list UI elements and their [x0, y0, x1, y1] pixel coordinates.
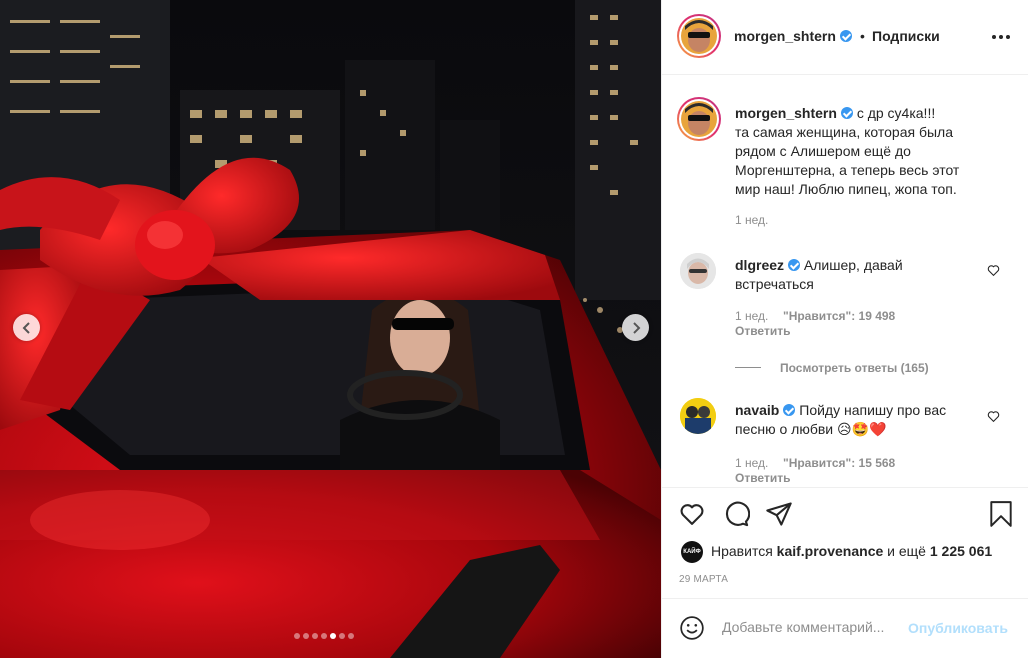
next-photo-button[interactable]: [622, 314, 649, 341]
carousel-dot: [303, 633, 309, 639]
caption-avatar: [681, 101, 717, 137]
post-photo: [0, 0, 661, 658]
carousel-indicator: [294, 633, 354, 639]
caption-line: та самая женщина, которая была: [735, 124, 953, 140]
likes-prefix: Нравится: [711, 543, 773, 559]
add-comment-bar: Опубликовать: [662, 598, 1028, 658]
comment-username[interactable]: navaib: [735, 402, 779, 418]
verified-badge-icon: [783, 404, 796, 416]
carousel-dot: [348, 633, 354, 639]
author-avatar: [681, 18, 717, 54]
header-separator: •: [860, 28, 865, 44]
following-button[interactable]: Подписки: [872, 28, 940, 44]
comment-bubble-icon[interactable]: [722, 500, 750, 528]
replies-divider: [735, 367, 761, 368]
likes-count[interactable]: 1 225 061: [930, 543, 992, 559]
post-header: morgen_shtern • Подписки: [662, 0, 1028, 75]
comment: navaib Пойду напишу про вас песню о любв…: [735, 401, 975, 439]
caption-line: с др су4ка!!!: [856, 105, 936, 121]
caption-line: мир наш! Люблю пипец, жопа топ.: [735, 181, 957, 197]
view-replies-button[interactable]: Посмотреть ответы (165): [780, 361, 929, 375]
reply-button[interactable]: Ответить: [735, 471, 790, 483]
comment: dlgreez Алишер, давай встречаться: [735, 256, 975, 294]
carousel-dot: [321, 633, 327, 639]
comment-likes[interactable]: "Нравится": 15 568: [783, 456, 895, 470]
comment-avatar[interactable]: [680, 398, 716, 434]
comment-text-line: Алишер, давай: [803, 257, 903, 273]
comment-like-heart-icon[interactable]: [987, 264, 1000, 277]
chevron-left-icon: [22, 321, 30, 334]
carousel-dot: [312, 633, 318, 639]
post-side-panel: morgen_shtern • Подписки morgen_shtern с…: [661, 0, 1028, 658]
caption-age[interactable]: 1 нед.: [735, 213, 768, 227]
more-options-icon[interactable]: [992, 28, 1016, 46]
post-actions: КАЙФ Нравится kaif.provenance и ещё 1 22…: [662, 487, 1028, 597]
comment-likes[interactable]: "Нравится": 19 498: [783, 309, 895, 323]
comment-text-line: Пойду напишу про вас: [799, 402, 947, 418]
carousel-dot: [330, 633, 336, 639]
like-heart-icon[interactable]: [678, 500, 706, 528]
commenter-avatar: [680, 253, 716, 289]
post-date[interactable]: 29 МАРТА: [679, 574, 728, 585]
author-avatar-ring[interactable]: [677, 14, 721, 58]
caption-line: Моргенштерна, а теперь весь этот: [735, 162, 960, 178]
caption-avatar-ring[interactable]: [677, 97, 721, 141]
verified-badge-icon: [840, 107, 853, 119]
liker-avatar-text: КАЙФ: [683, 549, 701, 555]
share-send-icon[interactable]: [765, 500, 793, 528]
instagram-post: morgen_shtern • Подписки morgen_shtern с…: [0, 0, 1028, 658]
verified-badge-icon: [840, 30, 852, 42]
bookmark-icon[interactable]: [988, 500, 1014, 528]
previous-photo-button[interactable]: [13, 314, 40, 341]
carousel-dot: [339, 633, 345, 639]
caption-line: рядом с Алишером ещё до: [735, 143, 911, 159]
author-username[interactable]: morgen_shtern: [734, 28, 836, 44]
comment-like-heart-icon[interactable]: [987, 410, 1000, 423]
commenter-avatar: [680, 398, 716, 434]
emoji-star-struck: 🤩: [851, 421, 870, 437]
liker-avatar[interactable]: КАЙФ: [681, 541, 703, 563]
caption-username[interactable]: morgen_shtern: [735, 105, 837, 121]
carousel-dot: [294, 633, 300, 639]
comment-input[interactable]: [722, 619, 907, 635]
comment-age[interactable]: 1 нед.: [735, 456, 768, 470]
chevron-right-icon: [632, 321, 640, 334]
likes-middle: и ещё: [887, 543, 926, 559]
emoji-heart: ❤️: [869, 421, 887, 437]
post-media[interactable]: [0, 0, 661, 658]
likes-summary: Нравится kaif.provenance и ещё 1 225 061: [711, 543, 992, 559]
comment-username[interactable]: dlgreez: [735, 257, 784, 273]
comment-age[interactable]: 1 нед.: [735, 309, 768, 323]
emoji-sad: 😥: [837, 421, 852, 437]
comment-text-line: встречаться: [735, 276, 814, 292]
reply-button[interactable]: Ответить: [735, 324, 790, 338]
verified-badge-icon: [788, 259, 801, 271]
publish-button[interactable]: Опубликовать: [908, 620, 1008, 636]
post-caption: morgen_shtern с др су4ка!!! та самая жен…: [735, 104, 1005, 199]
comment-text-line: песню о любви: [735, 421, 834, 437]
comment-avatar[interactable]: [680, 253, 716, 289]
liker-username[interactable]: kaif.provenance: [777, 543, 884, 559]
emoji-smiley-icon[interactable]: [679, 615, 705, 641]
